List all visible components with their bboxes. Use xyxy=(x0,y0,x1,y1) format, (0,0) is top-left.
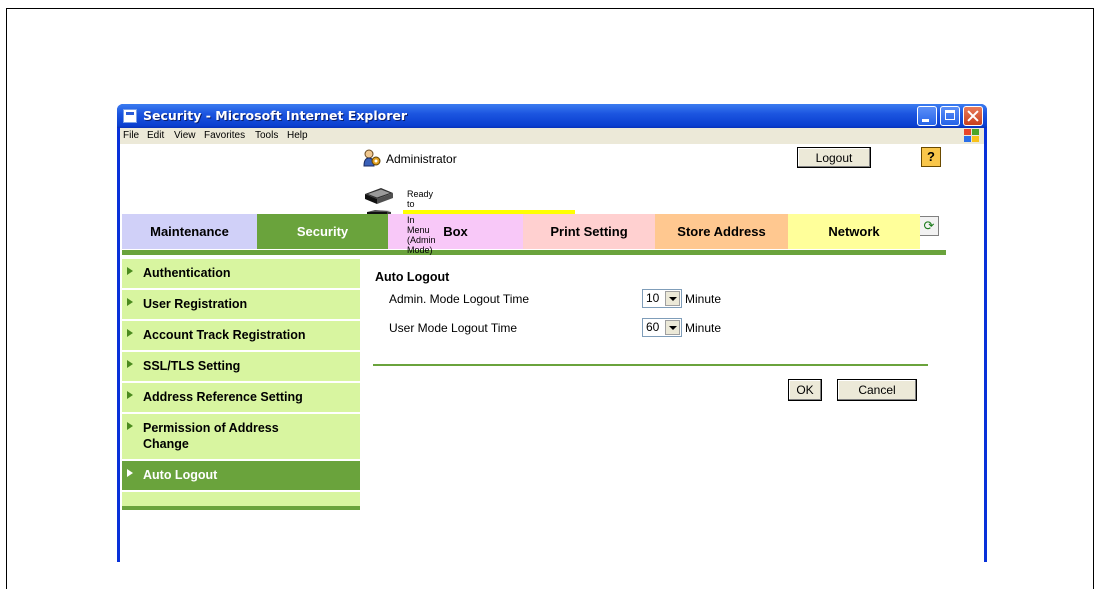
main-divider xyxy=(373,364,928,366)
arrow-icon xyxy=(127,360,133,368)
help-icon[interactable]: ? xyxy=(921,147,941,167)
tab-underline xyxy=(122,250,946,255)
field-unit: Minute xyxy=(685,321,722,335)
tab-network[interactable]: Network xyxy=(788,214,920,249)
arrow-icon xyxy=(127,469,133,477)
refresh-icon[interactable]: ⟳ xyxy=(919,216,939,236)
user-logout-time-select[interactable]: 60 xyxy=(642,318,682,337)
title-bar: Security - Microsoft Internet Explorer xyxy=(117,104,987,128)
sidebar-item-label: Account Track Registration xyxy=(143,328,306,342)
menu-view[interactable]: View xyxy=(174,130,196,141)
menu-tools[interactable]: Tools xyxy=(255,130,278,141)
sidebar-item-label: Address Reference Setting xyxy=(143,390,303,404)
maximize-button[interactable] xyxy=(940,106,960,126)
logout-button[interactable]: Logout xyxy=(797,147,871,168)
sidebar-bottom-line xyxy=(122,506,360,510)
sidebar-item-address-reference-setting[interactable]: Address Reference Setting xyxy=(122,383,360,414)
sidebar: Authentication User Registration Account… xyxy=(122,259,360,509)
sidebar-item-authentication[interactable]: Authentication xyxy=(122,259,360,290)
page-title: Auto Logout xyxy=(375,270,450,284)
menu-favorites[interactable]: Favorites xyxy=(204,130,245,141)
sidebar-item-auto-logout[interactable]: Auto Logout xyxy=(122,461,360,492)
field-label: Admin. Mode Logout Time xyxy=(389,292,530,306)
sidebar-item-ssl-tls-setting[interactable]: SSL/TLS Setting xyxy=(122,352,360,383)
arrow-icon xyxy=(127,329,133,337)
arrow-icon xyxy=(127,422,133,430)
tab-print-setting[interactable]: Print Setting xyxy=(523,214,655,249)
sidebar-empty xyxy=(122,492,360,506)
admin-logout-time-select[interactable]: 10 xyxy=(642,289,682,308)
ie-page-icon xyxy=(123,109,137,123)
menu-help[interactable]: Help xyxy=(287,130,308,141)
tab-maintenance[interactable]: Maintenance xyxy=(122,214,257,249)
chevron-down-icon[interactable] xyxy=(665,291,680,306)
menu-file[interactable]: File xyxy=(123,130,139,141)
arrow-icon xyxy=(127,267,133,275)
page-content: Administrator Logout ? Ready to Scan In … xyxy=(120,144,984,562)
select-value: 10 xyxy=(646,291,660,305)
sidebar-item-label: Authentication xyxy=(143,266,231,280)
field-label: User Mode Logout Time xyxy=(389,321,518,335)
sidebar-item-label: User Registration xyxy=(143,297,248,311)
tab-security[interactable]: Security xyxy=(257,214,388,249)
chevron-down-icon[interactable] xyxy=(665,320,680,335)
select-value: 60 xyxy=(646,320,660,334)
windows-logo-icon xyxy=(964,129,980,143)
scanner-icon xyxy=(365,188,393,204)
menu-bar: File Edit View Favorites Tools Help xyxy=(120,128,984,144)
tab-store-address[interactable]: Store Address xyxy=(655,214,788,249)
window-title: Security - Microsoft Internet Explorer xyxy=(143,108,408,123)
sidebar-item-label: Auto Logout xyxy=(143,468,218,482)
browser-window: Security - Microsoft Internet Explorer F… xyxy=(117,104,987,562)
admin-user-label: Administrator xyxy=(386,152,457,166)
cancel-button[interactable]: Cancel xyxy=(837,379,917,401)
sidebar-item-label: SSL/TLS Setting xyxy=(143,359,241,373)
arrow-icon xyxy=(127,391,133,399)
arrow-icon xyxy=(127,298,133,306)
sidebar-item-label: Permission of Address Change xyxy=(143,421,279,451)
field-unit: Minute xyxy=(685,292,722,306)
menu-edit[interactable]: Edit xyxy=(147,130,164,141)
minimize-button[interactable] xyxy=(917,106,937,126)
sidebar-item-permission-of-address-change[interactable]: Permission of Address Change xyxy=(122,414,360,461)
sidebar-filler xyxy=(122,492,360,506)
sidebar-item-account-track-registration[interactable]: Account Track Registration xyxy=(122,321,360,352)
ok-button[interactable]: OK xyxy=(788,379,822,401)
mode-status-text: In Menu (Admin Mode) xyxy=(407,215,436,255)
close-button[interactable] xyxy=(963,106,983,126)
sidebar-item-user-registration[interactable]: User Registration xyxy=(122,290,360,321)
administrator-icon xyxy=(363,149,381,167)
